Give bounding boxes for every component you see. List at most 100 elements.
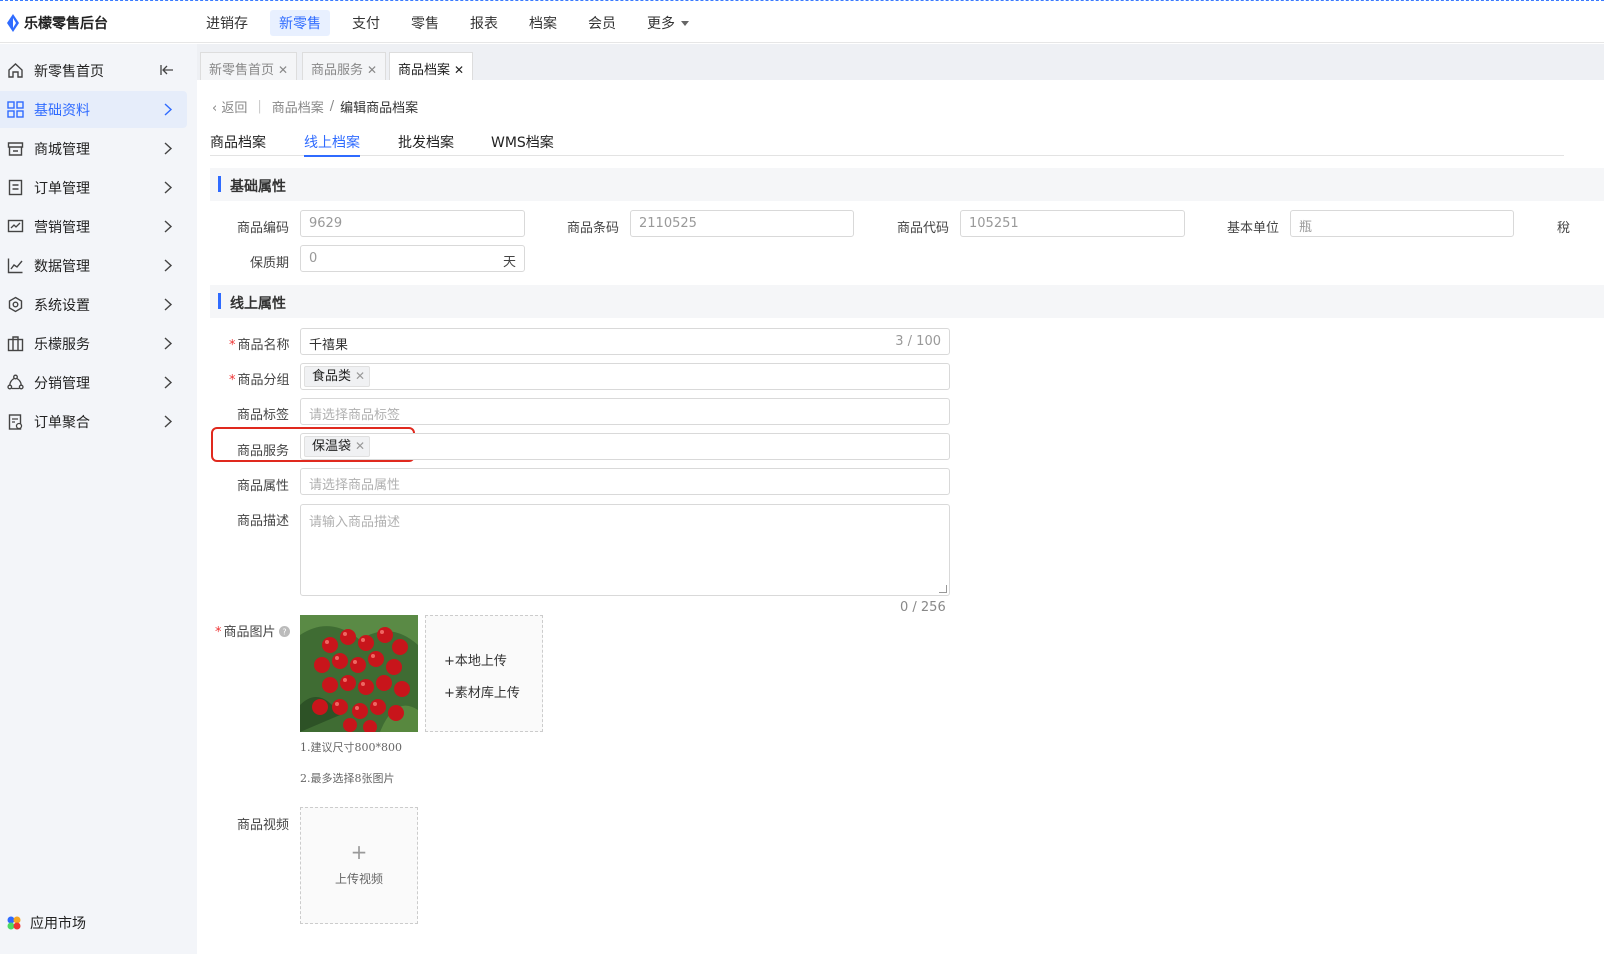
topnav-huiyuan[interactable]: 会员 — [579, 10, 625, 36]
grid-icon — [7, 101, 24, 118]
tab-product-archive[interactable]: 商品档案 ✕ — [389, 52, 474, 80]
breadcrumb-separator: / — [329, 99, 335, 114]
gear-icon — [8, 296, 23, 313]
sidebar-item-basic-data[interactable]: 基础资料 — [0, 91, 187, 128]
app-market-link[interactable]: 应用市场 — [6, 913, 86, 933]
topnav-lingshou[interactable]: 零售 — [402, 10, 448, 36]
required-mark: * — [229, 373, 236, 388]
remove-tag-icon[interactable]: ✕ — [355, 439, 365, 453]
clipboard-icon — [8, 414, 23, 430]
sidebar-item-label: 基础资料 — [34, 102, 90, 119]
sidebar-item-label: 营销管理 — [34, 219, 90, 236]
topnav-baobiao[interactable]: 报表 — [461, 10, 507, 36]
topnav-jinxiaocun[interactable]: 进销存 — [197, 10, 257, 36]
product-attribute-select[interactable]: 请选择商品属性 — [300, 468, 950, 495]
item-code-value: 105251 — [969, 216, 1019, 231]
line-chart-icon — [7, 258, 23, 274]
subtab-wholesale-archive[interactable]: 批发档案 — [398, 132, 454, 155]
product-description-textarea[interactable]: 请输入商品描述 — [300, 504, 950, 596]
product-image-label-text: 商品图片 — [223, 625, 276, 640]
breadcrumb-parent[interactable]: 商品档案 — [272, 97, 324, 116]
sidebar-item-orders[interactable]: 订单管理 — [0, 169, 187, 206]
sidebar-item-services[interactable]: 乐檬服务 — [0, 325, 187, 362]
resize-handle[interactable] — [939, 585, 947, 593]
close-icon[interactable]: ✕ — [278, 63, 288, 77]
upload-library-button[interactable]: +素材库上传 — [444, 682, 520, 701]
close-icon[interactable]: ✕ — [454, 63, 464, 77]
cherry-image — [300, 615, 418, 732]
required-mark: * — [229, 338, 236, 353]
collapse-sidebar-icon[interactable] — [160, 63, 174, 77]
topnav-more-label: 更多 — [647, 16, 675, 32]
topnav-zhifu[interactable]: 支付 — [343, 10, 389, 36]
topnav-xinlingshou[interactable]: 新零售 — [270, 10, 330, 36]
sidebar-item-distribution[interactable]: 分销管理 — [0, 364, 187, 401]
main-content: 新零售首页 ✕ 商品服务 ✕ 商品档案 ✕ ‹ 返回 | 商品档案 / 编辑商品档案 … — [197, 44, 1604, 954]
topnav-dangan[interactable]: 档案 — [520, 10, 566, 36]
product-tag-select[interactable]: 请选择商品标签 — [300, 398, 950, 425]
close-icon[interactable]: ✕ — [367, 63, 377, 77]
breadcrumb: ‹ 返回 | 商品档案 / 编辑商品档案 — [212, 97, 418, 116]
product-video-label: 商品视频 — [237, 818, 290, 833]
tab-new-retail-home[interactable]: 新零售首页 ✕ — [200, 52, 298, 80]
shelf-life-unit: 天 — [502, 255, 516, 270]
sidebar-item-order-aggregation[interactable]: 订单聚合 — [0, 403, 187, 440]
back-button[interactable]: ‹ 返回 — [212, 97, 247, 116]
product-name-value: 千禧果 — [309, 338, 349, 353]
sidebar-item-marketing[interactable]: 营销管理 — [0, 208, 187, 245]
product-name-input[interactable]: 千禧果 3 / 100 — [300, 328, 950, 355]
remove-tag-icon[interactable]: ✕ — [355, 369, 365, 383]
tab-product-service[interactable]: 商品服务 ✕ — [302, 52, 387, 80]
help-icon[interactable]: ? — [278, 626, 290, 637]
product-image-thumbnail[interactable] — [300, 615, 418, 732]
document-icon — [8, 179, 23, 196]
base-unit-field[interactable]: 瓶 — [1290, 210, 1514, 237]
tab-label: 商品服务 — [311, 63, 364, 78]
subtab-wms-archive[interactable]: WMS档案 — [491, 132, 554, 155]
product-group-label-text: 商品分组 — [237, 373, 290, 388]
image-hint-count: 2.最多选择8张图片 — [300, 772, 395, 785]
logo-icon — [7, 14, 19, 32]
sidebar-item-label: 乐檬服务 — [34, 336, 90, 353]
subtab-online-archive[interactable]: 线上档案 — [304, 132, 360, 157]
video-upload-box[interactable]: + 上传视频 — [300, 807, 418, 924]
section-accent-bar — [218, 176, 221, 192]
product-code-value: 9629 — [309, 216, 343, 231]
description-count: 0 / 256 — [900, 600, 946, 615]
app-title: 乐檬零售后台 — [24, 16, 108, 32]
barcode-field[interactable]: 2110525 — [630, 210, 854, 237]
product-code-field[interactable]: 9629 — [300, 210, 525, 237]
product-service-select[interactable]: 保温袋 ✕ — [300, 433, 950, 460]
top-nav: 进销存 新零售 支付 零售 报表 档案 会员 更多 — [197, 3, 711, 43]
product-group-select[interactable]: 食品类 ✕ — [300, 363, 950, 390]
app-logo[interactable]: 乐檬零售后台 — [6, 13, 108, 33]
upload-local-button[interactable]: +本地上传 — [444, 650, 507, 669]
sidebar-item-data[interactable]: 数据管理 — [0, 247, 187, 284]
product-name-label-text: 商品名称 — [237, 338, 290, 353]
sidebar-item-label: 分销管理 — [34, 375, 90, 392]
shelf-life-value: 0 — [309, 251, 318, 266]
sidebar-item-mall[interactable]: 商城管理 — [0, 130, 187, 167]
product-attribute-label: 商品属性 — [237, 479, 290, 494]
chevron-right-icon — [164, 415, 173, 428]
upload-video-label: 上传视频 — [334, 872, 383, 886]
base-unit-value: 瓶 — [1299, 220, 1313, 235]
product-name-label: * 商品名称 — [229, 334, 290, 353]
item-code-field[interactable]: 105251 — [960, 210, 1185, 237]
product-description-placeholder: 请输入商品描述 — [309, 515, 401, 530]
service-tag-label: 保温袋 — [312, 439, 352, 454]
sidebar-item-settings[interactable]: 系统设置 — [0, 286, 187, 323]
service-tag: 保温袋 ✕ — [304, 436, 371, 457]
topnav-more[interactable]: 更多 — [638, 10, 698, 36]
shelf-life-field[interactable]: 0 天 — [300, 245, 525, 272]
sidebar-item-home[interactable]: 新零售首页 — [0, 52, 187, 89]
product-tag-label: 商品标签 — [237, 408, 290, 423]
svg-text:?: ? — [282, 628, 286, 637]
product-name-count: 3 / 100 — [895, 334, 941, 349]
group-tag: 食品类 ✕ — [304, 366, 371, 387]
subtab-product-archive[interactable]: 商品档案 — [210, 132, 266, 155]
sidebar-item-label: 订单聚合 — [34, 414, 90, 431]
app-market-label: 应用市场 — [30, 916, 86, 932]
sidebar: 新零售首页 基础资料 商城管理 订单管理 营销管理 数据管理 系统设置 乐檬服务 — [0, 44, 197, 954]
section-basic-attributes: 基础属性 — [210, 168, 1604, 201]
